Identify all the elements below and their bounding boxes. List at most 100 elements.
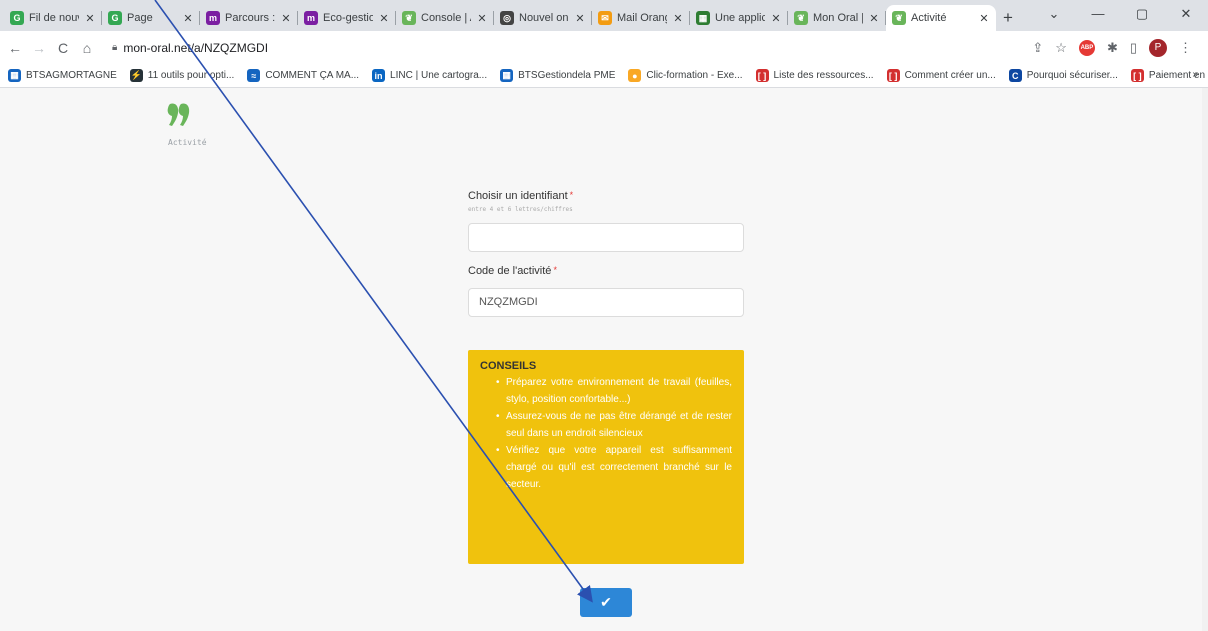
bookmarks-overflow-icon[interactable]: » xyxy=(1192,69,1198,80)
bookmark-label: BTSAGMORTAGNE xyxy=(26,70,117,81)
bookmark-label: Clic-formation - Exe... xyxy=(646,70,743,81)
activity-form: Choisir un identifiant * entre 4 et 6 let… xyxy=(468,190,744,317)
tab-favicon-icon: m xyxy=(304,11,318,25)
advice-box: CONSEILS Préparez votre environnement de… xyxy=(468,350,744,564)
bookmark-item[interactable]: ▦ BTSGestiondela PME xyxy=(500,69,615,82)
bookmark-favicon-icon: C xyxy=(1008,69,1022,82)
tab-close-icon[interactable]: ✕ xyxy=(476,12,488,25)
bookmark-favicon-icon: [ ] xyxy=(886,69,900,82)
url-text: mon-oral.net/a/NZQZMGDI xyxy=(123,40,269,55)
code-label-text: Code de l'activité xyxy=(468,265,552,277)
bookmark-item[interactable]: [ ] Liste des ressources... xyxy=(755,69,874,82)
tab[interactable]: G Fil de nouve ✕ xyxy=(4,5,102,31)
bookmark-favicon-icon: [ ] xyxy=(1130,69,1144,82)
bookmark-item[interactable]: ▦ BTSAGMORTAGNE xyxy=(8,69,117,82)
tab-close-icon[interactable]: ✕ xyxy=(84,12,96,25)
home-icon[interactable]: ⌂ xyxy=(80,40,94,56)
tab-favicon-icon: ❦ xyxy=(402,11,416,25)
bookmark-favicon-icon: ≈ xyxy=(247,69,261,82)
reload-icon[interactable]: C xyxy=(56,40,70,56)
forward-icon[interactable]: → xyxy=(32,40,46,56)
maximize-icon[interactable]: ▢ xyxy=(1120,6,1164,22)
bookmark-label: Comment créer un... xyxy=(904,70,996,81)
new-tab-button[interactable]: + xyxy=(996,5,1020,31)
tab-close-icon[interactable]: ✕ xyxy=(378,12,390,25)
code-input[interactable]: NZQZMGDI xyxy=(468,288,744,317)
tab[interactable]: ✉ Mail Orange ✕ xyxy=(592,5,690,31)
tab-favicon-icon: m xyxy=(206,11,220,25)
tab-label: Une applica xyxy=(715,12,765,24)
tab-close-icon[interactable]: ✕ xyxy=(868,12,880,25)
tab-label: Eco-gestion xyxy=(323,12,373,24)
advice-item: Vérifiez que votre appareil est suffisam… xyxy=(496,442,732,493)
tab[interactable]: ▦ Une applica ✕ xyxy=(690,5,788,31)
identifier-label-text: Choisir un identifiant xyxy=(468,190,568,202)
page-scrollbar[interactable] xyxy=(1202,88,1208,631)
tab-label: Activité xyxy=(911,12,947,24)
profile-avatar[interactable]: P xyxy=(1149,38,1167,57)
advice-title: CONSEILS xyxy=(480,360,537,372)
logo-label: Activité xyxy=(168,138,207,147)
tab-favicon-icon: ◎ xyxy=(500,11,514,25)
tab-favicon-icon: ❦ xyxy=(892,11,906,25)
tab-active[interactable]: ❦ Activité ✕ xyxy=(886,5,996,31)
address-bar[interactable]: 🔒︎ mon-oral.net/a/NZQZMGDI xyxy=(104,36,1022,60)
minimize-icon[interactable]: — xyxy=(1076,6,1120,22)
submit-button[interactable]: ✔ xyxy=(580,588,632,617)
bookmark-item[interactable]: ⚡ 11 outils pour opti... xyxy=(129,69,234,82)
share-icon[interactable]: ⇪ xyxy=(1032,40,1043,56)
identifier-input[interactable] xyxy=(468,223,744,252)
menu-icon[interactable]: ⋮ xyxy=(1179,40,1192,56)
tab-favicon-icon: ✉ xyxy=(598,11,612,25)
bookmark-favicon-icon: ⚡ xyxy=(129,69,143,82)
tab-label: Nouvel ong xyxy=(519,12,569,24)
checkmark-icon: ✔ xyxy=(600,594,612,610)
tab-close-icon[interactable]: ✕ xyxy=(280,12,292,25)
tab-strip: G Fil de nouve ✕ G Page ✕ m Parcours : E ✕ m Eco-g… xyxy=(0,0,1208,31)
tab-favicon-icon: ▦ xyxy=(696,11,710,25)
mon-oral-logo-icon xyxy=(167,103,190,126)
tab-label: Page xyxy=(127,12,153,24)
bookmark-label: Paiement en ligne :... xyxy=(1148,70,1208,81)
tab-favicon-icon: G xyxy=(108,11,122,25)
back-icon[interactable]: ← xyxy=(8,40,22,56)
close-icon[interactable]: ✕ xyxy=(1164,6,1208,22)
star-icon[interactable]: ☆ xyxy=(1055,40,1067,56)
tab[interactable]: ❦ Console | A ✕ xyxy=(396,5,494,31)
bookmark-favicon-icon: ▦ xyxy=(8,69,21,82)
bookmark-label: Pourquoi sécuriser... xyxy=(1026,70,1118,81)
tab-close-icon[interactable]: ✕ xyxy=(770,12,782,25)
tab[interactable]: G Page ✕ xyxy=(102,5,200,31)
bookmark-item[interactable]: ≈ COMMENT ÇA MA... xyxy=(247,69,359,82)
lock-icon: 🔒︎ xyxy=(112,42,118,53)
bookmark-favicon-icon: in xyxy=(372,69,386,82)
bookmark-item[interactable]: in LINC | Une cartogra... xyxy=(372,69,487,82)
tab-search-icon[interactable]: ⌄ xyxy=(1032,6,1076,22)
identifier-hint: entre 4 et 6 lettres/chiffres xyxy=(468,206,573,213)
advice-list: Préparez votre environnement de travail … xyxy=(480,374,732,493)
tab-close-icon[interactable]: ✕ xyxy=(672,12,684,25)
tab-close-icon[interactable]: ✕ xyxy=(574,12,586,25)
code-label: Code de l'activité * xyxy=(468,265,744,277)
tab-close-icon[interactable]: ✕ xyxy=(182,12,194,25)
required-mark: * xyxy=(569,190,574,200)
bookmark-favicon-icon: ▦ xyxy=(500,69,514,82)
bookmark-item[interactable]: ● Clic-formation - Exe... xyxy=(628,69,743,82)
tab-close-icon[interactable]: ✕ xyxy=(978,12,990,25)
tab[interactable]: m Eco-gestion ✕ xyxy=(298,5,396,31)
sidepanel-icon[interactable]: ▯ xyxy=(1130,40,1137,56)
tab[interactable]: ◎ Nouvel ong ✕ xyxy=(494,5,592,31)
tab-favicon-icon: G xyxy=(10,11,24,25)
bookmark-label: Liste des ressources... xyxy=(773,70,874,81)
browser-toolbar: ← → C ⌂ 🔒︎ mon-oral.net/a/NZQZMGDI ⇪ ☆ A… xyxy=(0,31,1208,64)
bookmark-item[interactable]: C Pourquoi sécuriser... xyxy=(1008,69,1118,82)
bookmark-label: BTSGestiondela PME xyxy=(518,70,616,81)
extensions-icon[interactable]: ✱ xyxy=(1107,40,1118,56)
bookmark-favicon-icon: [ ] xyxy=(755,69,769,82)
advice-item: Préparez votre environnement de travail … xyxy=(496,374,732,408)
advice-item: Assurez-vous de ne pas être dérangé et d… xyxy=(496,408,732,442)
tab[interactable]: ❦ Mon Oral | ✕ xyxy=(788,5,886,31)
tab[interactable]: m Parcours : E ✕ xyxy=(200,5,298,31)
bookmark-item[interactable]: [ ] Comment créer un... xyxy=(886,69,996,82)
adblock-icon[interactable]: ABP xyxy=(1078,39,1095,56)
